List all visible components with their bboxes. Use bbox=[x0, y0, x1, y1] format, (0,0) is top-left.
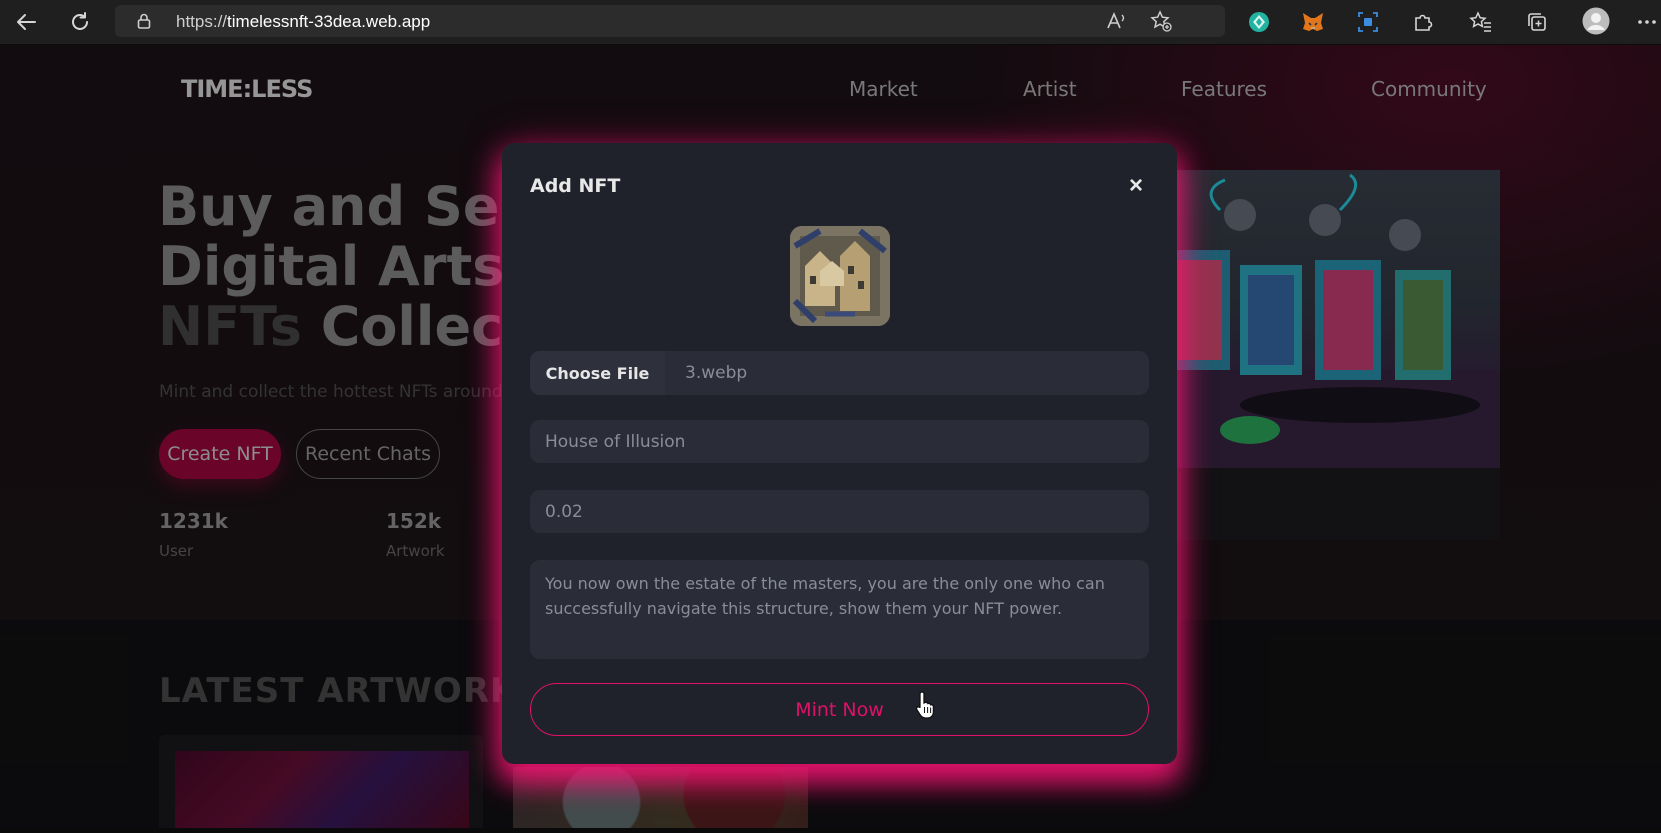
file-input[interactable]: Choose File 3.webp bbox=[530, 351, 1149, 395]
mint-now-button[interactable]: Mint Now bbox=[530, 683, 1149, 736]
favorites-icon[interactable] bbox=[1468, 9, 1494, 35]
nft-price-input[interactable]: 0.02 bbox=[530, 490, 1149, 533]
file-name-text: 3.webp bbox=[685, 363, 748, 383]
read-aloud-icon[interactable] bbox=[1105, 9, 1129, 33]
modal-title: Add NFT bbox=[530, 175, 621, 197]
screen-capture-icon[interactable] bbox=[1355, 9, 1381, 35]
close-icon[interactable]: × bbox=[1126, 174, 1146, 198]
browser-toolbar: https://timelessnft-33dea.web.app bbox=[0, 0, 1661, 45]
add-nft-modal: Add NFT × Choose File 3.webp House of Il… bbox=[502, 143, 1177, 764]
taskbar-edge bbox=[0, 828, 1661, 833]
collections-icon[interactable] bbox=[1524, 9, 1550, 35]
nft-name-input[interactable]: House of Illusion bbox=[530, 420, 1149, 463]
lock-icon[interactable] bbox=[137, 13, 151, 29]
address-bar[interactable]: https://timelessnft-33dea.web.app bbox=[115, 5, 1225, 37]
favorite-add-icon[interactable] bbox=[1149, 9, 1173, 33]
url-text[interactable]: https://timelessnft-33dea.web.app bbox=[176, 12, 430, 32]
profile-avatar-icon[interactable] bbox=[1581, 6, 1611, 36]
nft-preview-image bbox=[790, 226, 890, 326]
choose-file-button[interactable]: Choose File bbox=[530, 351, 665, 395]
back-arrow-icon[interactable] bbox=[13, 9, 39, 35]
extension-green-icon[interactable] bbox=[1246, 9, 1272, 35]
refresh-icon[interactable] bbox=[67, 9, 93, 35]
metamask-fox-icon[interactable] bbox=[1300, 9, 1326, 35]
nft-description-textarea[interactable]: You now own the estate of the masters, y… bbox=[530, 560, 1149, 659]
pointer-cursor-icon bbox=[915, 691, 935, 719]
more-icon[interactable] bbox=[1634, 9, 1660, 35]
puzzle-icon[interactable] bbox=[1410, 9, 1436, 35]
